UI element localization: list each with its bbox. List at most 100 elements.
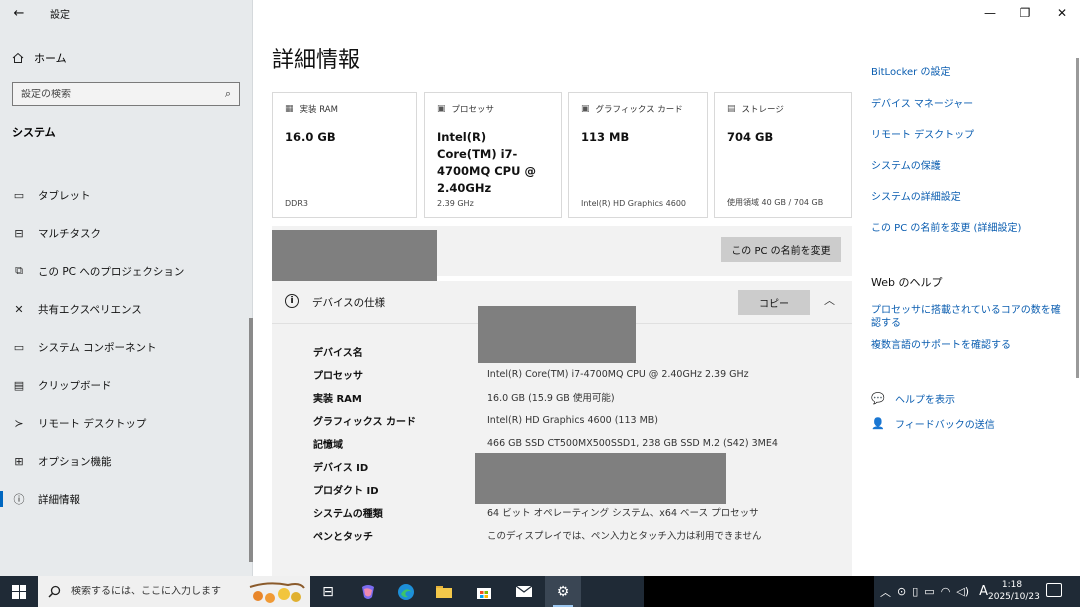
info-icon: ⓘ [13,493,25,506]
sidebar-item-multitask[interactable]: ⊟ マルチタスク [0,214,250,252]
mail-icon [515,585,533,597]
device-manager-link[interactable]: デバイス マネージャー [871,98,973,111]
settings-taskbar-button[interactable]: ⚙ [545,576,581,607]
get-help-link[interactable]: 💬 ヘルプを表示 [871,391,955,406]
spec-row-system-type: システムの種類 64 ビット オペレーティング システム、x64 ベース プロセッ… [313,508,759,520]
remote-desktop-icon: ≻ [14,416,24,430]
shared-experience-icon: ✕ [14,302,24,316]
sidebar-item-label: オプション機能 [38,455,112,468]
copy-button[interactable]: コピー [738,290,810,315]
help-chat-icon: 💬 [871,392,885,405]
main-scrollbar[interactable] [1076,58,1079,378]
folder-icon [436,586,452,598]
processor-card: ▣ プロセッサ Intel(R) Core(TM) i7-4700MQ CPU @… [424,92,562,218]
system-tray: ︿ ⊙ ▯ ▭ ◠ ◁) A [880,576,988,607]
card-value: 113 MB [581,130,630,144]
chevron-up-icon[interactable]: ︿ [880,584,891,600]
edge-button[interactable] [388,576,424,607]
mail-button[interactable] [506,576,542,607]
card-label: プロセッサ [451,105,495,115]
close-icon: ✕ [1056,6,1068,20]
feedback-link[interactable]: 👤 フィードバックの送信 [871,416,995,431]
cores-help-link[interactable]: プロセッサに搭載されているコアの数を確認する [871,304,1063,330]
clock-time: 1:18 [1001,580,1023,590]
rename-pc-advanced-link[interactable]: この PC の名前を変更 (詳細設定) [871,222,1021,235]
sidebar-scrollbar[interactable] [249,318,253,562]
sidebar-item-clipboard[interactable]: ▤ クリップボード [0,366,250,404]
copilot-button[interactable] [350,576,386,607]
start-button[interactable] [0,576,38,607]
remote-desktop-link[interactable]: リモート デスクトップ [871,129,974,142]
taskbar-search-input[interactable] [71,586,241,597]
home-label: ホーム [34,52,67,65]
sidebar: ← 設定 ホーム ⌕ システム ▭ タブレット ⊟ マルチタスク ⧉ この PC… [0,0,253,576]
volume-icon[interactable]: ◁) [956,585,969,598]
wifi-icon[interactable]: ◠ [941,585,951,598]
processor-icon: ▣ [437,104,446,114]
ram-icon: ▦ [285,104,294,114]
multitask-icon: ⊟ [14,226,24,240]
system-protection-link[interactable]: システムの保護 [871,160,941,173]
notification-icon[interactable] [1046,583,1062,597]
language-support-link[interactable]: 複数言語のサポートを確認する [871,339,1011,352]
card-foot: DDR3 [285,199,308,208]
storage-card: ▤ ストレージ 704 GB 使用領域 40 GB / 704 GB [714,92,852,218]
sidebar-item-label: 詳細情報 [38,493,80,506]
bitlocker-link[interactable]: BitLocker の設定 [871,66,950,79]
sidebar-item-label: リモート デスクトップ [38,417,147,430]
close-button[interactable]: ✕ [1044,4,1080,22]
security-icon[interactable]: ⊙ [897,585,906,598]
sidebar-item-optional-features[interactable]: ⊞ オプション機能 [0,442,250,480]
sidebar-item-system-component[interactable]: ▭ システム コンポーネント [0,328,250,366]
graphics-card: ▣ グラフィックス カード 113 MB Intel(R) HD Graphics… [568,92,708,218]
file-explorer-button[interactable] [426,576,462,607]
clock-date: 2025/10/23 [988,592,1040,602]
info-circle-icon: i [285,294,299,308]
usb-icon[interactable]: ▯ [912,585,918,598]
store-button[interactable] [466,576,502,607]
settings-search-box[interactable]: ⌕ [12,82,240,106]
search-highlight-icon [249,582,305,603]
sidebar-item-label: 共有エクスペリエンス [38,303,142,316]
sidebar-item-projection[interactable]: ⧉ この PC へのプロジェクション [0,252,250,290]
section-label: システム [12,126,56,139]
home-icon [12,52,24,63]
spec-row-pen-touch: ペンとタッチ このディスプレイでは、ペン入力とタッチ入力は利用できません [313,531,762,543]
rename-pc-button[interactable]: この PC の名前を変更 [721,237,841,262]
redacted-device-name-value [478,306,636,363]
restore-button[interactable]: ❐ [1007,4,1043,22]
spec-row-graphics: グラフィックス カード Intel(R) HD Graphics 4600 (11… [313,414,658,428]
card-value: 16.0 GB [285,130,336,144]
advanced-system-settings-link[interactable]: システムの詳細設定 [871,191,961,204]
redacted-ids [475,453,726,504]
search-icon: ⌕ [224,87,231,100]
optional-features-icon: ⊞ [14,454,24,468]
minimize-button[interactable]: — [972,4,1008,22]
home-nav-item[interactable]: ホーム [12,48,67,68]
title-bar: ← 設定 [0,0,253,28]
task-view-button[interactable]: ⊟ [310,576,346,607]
chevron-up-icon[interactable]: ︿ [824,292,835,308]
card-foot: Intel(R) HD Graphics 4600 [581,199,687,208]
sidebar-item-remote-desktop[interactable]: ≻ リモート デスクトップ [0,404,250,442]
card-value: Intel(R) Core(TM) i7-4700MQ CPU @ 2.40GH… [437,130,536,195]
edge-icon [398,583,414,600]
card-foot: 2.39 GHz [437,199,474,208]
back-button[interactable]: ← [8,4,30,24]
settings-search-input[interactable] [21,88,225,100]
sidebar-item-shared-experience[interactable]: ✕ 共有エクスペリエンス [0,290,250,328]
card-value: 704 GB [727,130,774,144]
system-component-icon: ▭ [13,340,25,354]
tablet-icon: ▭ [13,188,25,202]
sidebar-item-label: この PC へのプロジェクション [38,265,185,278]
network-icon[interactable]: ▭ [924,585,934,598]
ime-indicator[interactable]: A [979,584,988,599]
minimize-icon: — [984,6,996,20]
spec-row-storage: 記憶域 466 GB SSD CT500MX500SSD1, 238 GB SSD… [313,437,778,451]
ram-card: ▦ 実装 RAM 16.0 GB DDR3 [272,92,417,218]
sidebar-item-tablet[interactable]: ▭ タブレット [0,176,250,214]
clock[interactable]: 1:18 2025/10/23 [988,579,1040,603]
task-view-icon: ⊟ [322,583,334,600]
clipboard-icon: ▤ [13,378,25,392]
sidebar-item-about[interactable]: ⓘ 詳細情報 [0,480,250,518]
